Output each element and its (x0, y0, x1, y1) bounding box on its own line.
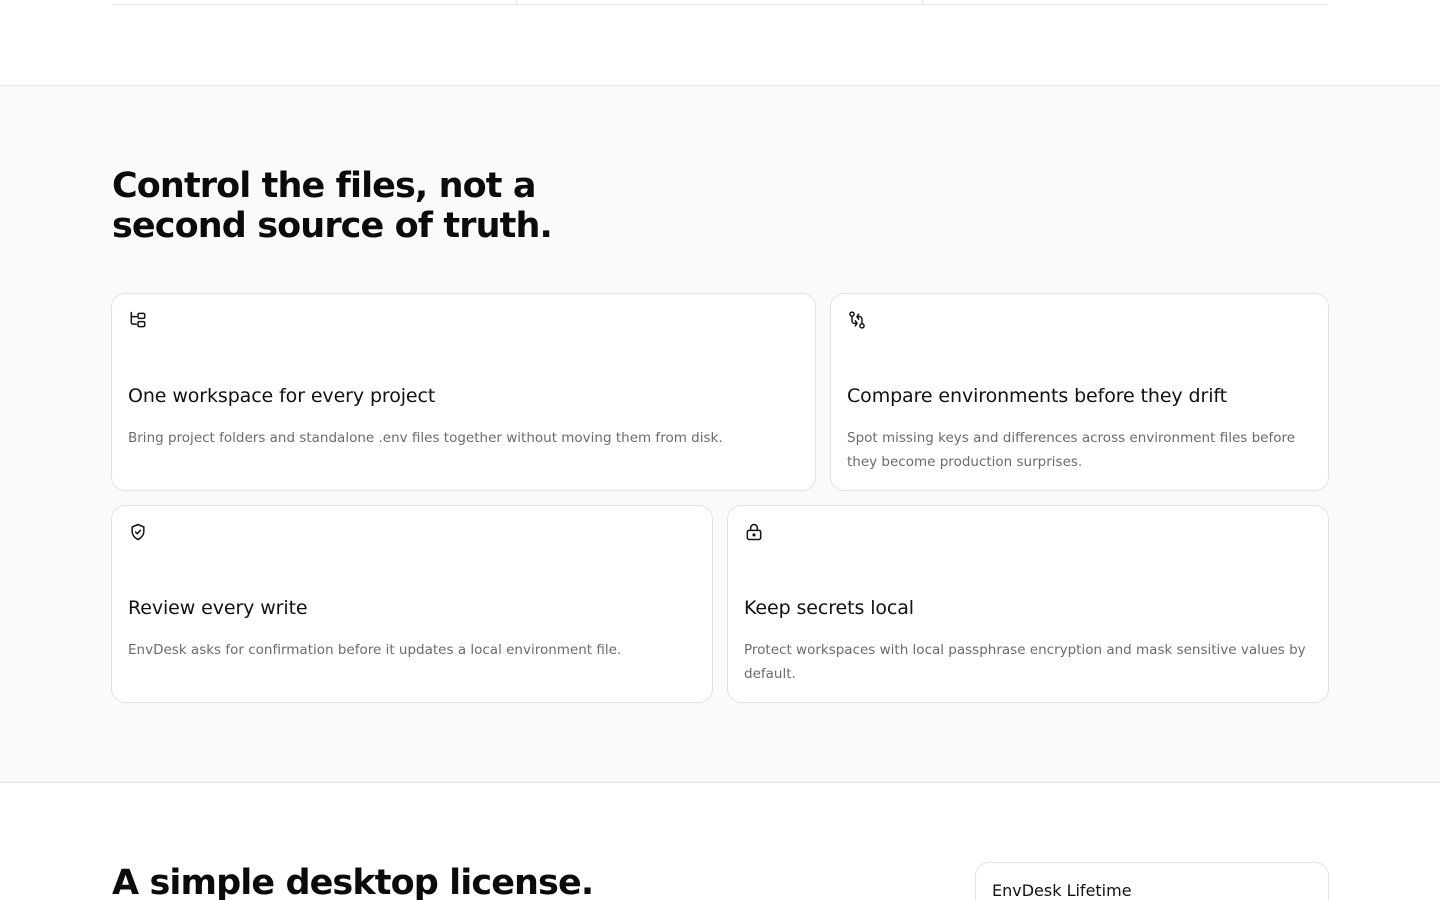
git-compare-icon (847, 310, 867, 330)
feature-card-secrets: Keep secrets local Protect workspaces wi… (727, 505, 1329, 703)
features-heading: Control the files, not a second source o… (112, 166, 553, 246)
license-heading: A simple desktop license. (112, 863, 594, 900)
shield-check-icon (128, 522, 148, 542)
feature-title: One workspace for every project (128, 385, 436, 407)
feature-description: Protect workspaces with local passphrase… (744, 642, 1306, 682)
feature-card-workspace: One workspace for every project Bring pr… (111, 293, 816, 491)
feature-title: Keep secrets local (744, 597, 914, 619)
feature-card-compare: Compare environments before they drift S… (830, 293, 1329, 491)
folder-tree-icon (128, 310, 148, 330)
stats-divider (516, 0, 517, 5)
feature-title: Compare environments before they drift (847, 385, 1227, 407)
license-plan-card: EnvDesk Lifetime (975, 862, 1329, 900)
features-section: Control the files, not a second source o… (0, 86, 1440, 783)
feature-card-review: Review every write EnvDesk asks for conf… (111, 505, 713, 703)
stats-divider (922, 0, 923, 5)
feature-description: EnvDesk asks for confirmation before it … (128, 642, 622, 658)
previous-section (0, 0, 1440, 86)
license-plan-name: EnvDesk Lifetime (992, 881, 1132, 900)
lock-icon (744, 522, 764, 542)
feature-description: Bring project folders and standalone .en… (128, 430, 723, 446)
license-section: A simple desktop license. EnvDesk Lifeti… (0, 783, 1440, 900)
feature-title: Review every write (128, 597, 308, 619)
stats-strip-bottom-edge (112, 0, 1328, 5)
feature-description: Spot missing keys and differences across… (847, 430, 1296, 470)
